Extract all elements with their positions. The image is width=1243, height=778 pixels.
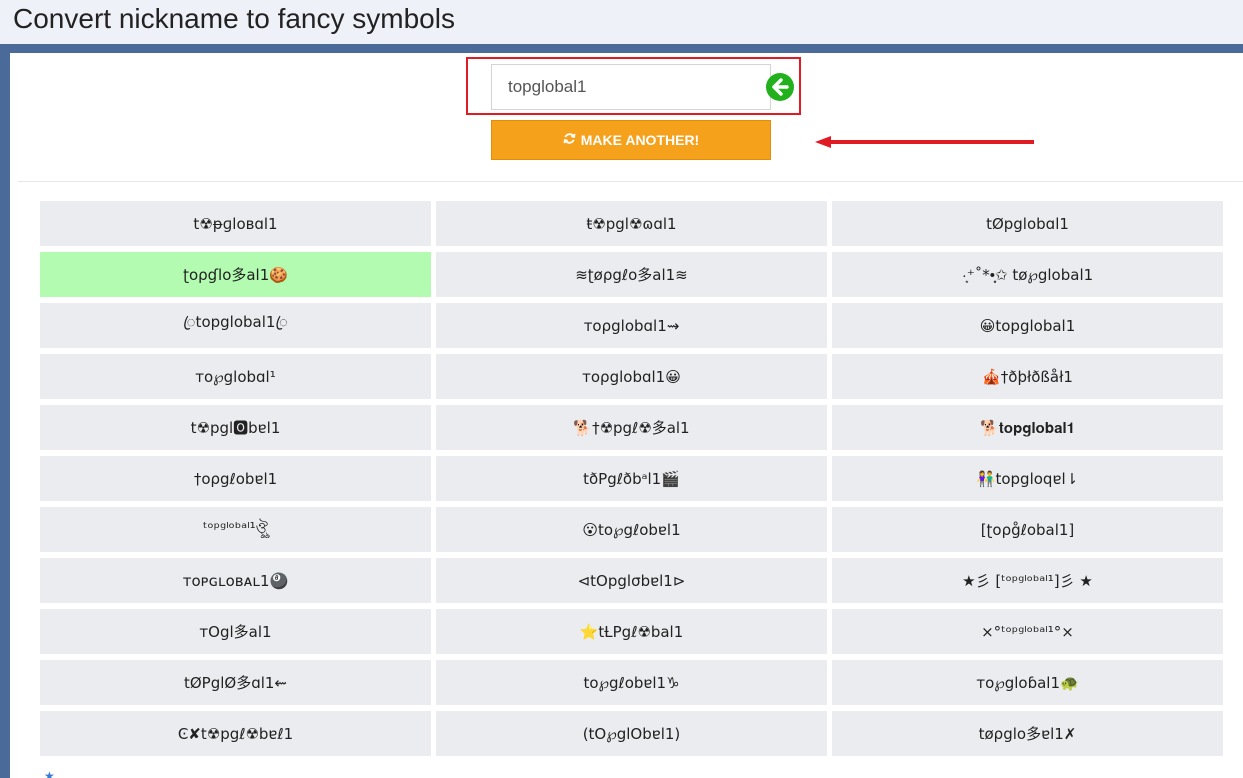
- variant-cell[interactable]: Ͼ✘t☢pgℓ☢bɐℓ1: [40, 711, 431, 756]
- variant-cell[interactable]: ꦿtopglobal1ꦿ: [40, 303, 431, 348]
- footer-text: ★: [44, 769, 55, 778]
- variant-cell[interactable]: tØPglØ多ɑl1⇜: [40, 660, 431, 705]
- refresh-icon: [563, 132, 576, 148]
- variant-cell[interactable]: ᴛoρglobɑl1😀: [436, 354, 827, 399]
- make-another-label: MAKE ANOTHER!: [580, 132, 700, 148]
- variant-cell[interactable]: tøρglo多ɐl1✗: [832, 711, 1223, 756]
- variant-cell[interactable]: ᴛoρglobɑl1⇝: [436, 303, 827, 348]
- variant-cell[interactable]: ᴛo℘gloɓal1🐢: [832, 660, 1223, 705]
- variant-cell[interactable]: †oρgℓobɐl1: [40, 456, 431, 501]
- variant-cell[interactable]: ʈօρɠlօ多al1🍪: [40, 252, 431, 297]
- variant-cell[interactable]: ≋ʈøρgℓo多al1≋: [436, 252, 827, 297]
- variant-cell[interactable]: t☢pgl🅾bɐl1: [40, 405, 431, 450]
- page-title: Convert nickname to fancy symbols: [13, 3, 455, 34]
- variant-cell[interactable]: ᴛOgl多al1: [40, 609, 431, 654]
- arrow-left-circle-icon[interactable]: [766, 73, 794, 101]
- variant-cell[interactable]: ·͙⁺˚*•̩̩͙✩ tø℘global1: [832, 252, 1223, 297]
- variant-cell[interactable]: ⊲tOpglσbɐl1⊳: [436, 558, 827, 603]
- variant-cell[interactable]: ᴛᴏᴘɢʟᴏʙᴀʟ1🎱: [40, 558, 431, 603]
- variants-grid: t☢ᵽɡlᴏʙɑl1 ŧ☢pgl☢ɷɑl1 tØpglobɑl1 ʈօρɠlօ多al1…: [40, 201, 1223, 756]
- variant-cell[interactable]: t☢ᵽɡlᴏʙɑl1: [40, 201, 431, 246]
- variant-cell[interactable]: [ʈօρg̊ℓobal1]: [832, 507, 1223, 552]
- arrow-left-circle-icon-graphic: [772, 78, 789, 96]
- section-divider: [18, 181, 1243, 182]
- variant-cell[interactable]: ŧ☢pgl☢ɷɑl1: [436, 201, 827, 246]
- page-header: Convert nickname to fancy symbols: [0, 0, 1243, 44]
- variant-cell[interactable]: 😀topglobal1: [832, 303, 1223, 348]
- variant-cell[interactable]: to℘gℓobɐl1♑: [436, 660, 827, 705]
- make-another-button[interactable]: MAKE ANOTHER!: [491, 120, 771, 160]
- nickname-input[interactable]: [491, 64, 771, 110]
- variant-cell[interactable]: 😮to℘gℓobɐl1: [436, 507, 827, 552]
- variant-cell[interactable]: ×°ᵗᵒᵖᵍˡᵒᵇᵃˡ¹°×: [832, 609, 1223, 654]
- variant-cell[interactable]: 🐕𝐭𝐨𝐩𝐠𝐥𝐨𝐛𝐚𝐥𝟏: [832, 405, 1223, 450]
- variant-cell[interactable]: ᵗᵒᵖᵍˡᵒᵇᵃˡ¹ঔৣ: [40, 507, 431, 552]
- red-arrow-left-icon: [815, 136, 1034, 148]
- variant-cell[interactable]: tðPgℓðbᵃl1🎬: [436, 456, 827, 501]
- variant-cell[interactable]: 🎪†ðþłðßåł1: [832, 354, 1223, 399]
- variant-cell[interactable]: tØpglobɑl1: [832, 201, 1223, 246]
- variant-cell[interactable]: 🐕†☢pgℓ☢多al1: [436, 405, 827, 450]
- variant-cell[interactable]: ᴛo℘globɑl¹: [40, 354, 431, 399]
- variant-cell[interactable]: 👫topgloqɐl⇂: [832, 456, 1223, 501]
- variant-cell[interactable]: ★彡 [ᵗᵒᵖᵍˡᵒᵇᵃˡ¹]彡 ★: [832, 558, 1223, 603]
- variant-cell[interactable]: (tO℘glObɐl1): [436, 711, 827, 756]
- variant-cell[interactable]: ⭐tȽPgℓ☢bal1: [436, 609, 827, 654]
